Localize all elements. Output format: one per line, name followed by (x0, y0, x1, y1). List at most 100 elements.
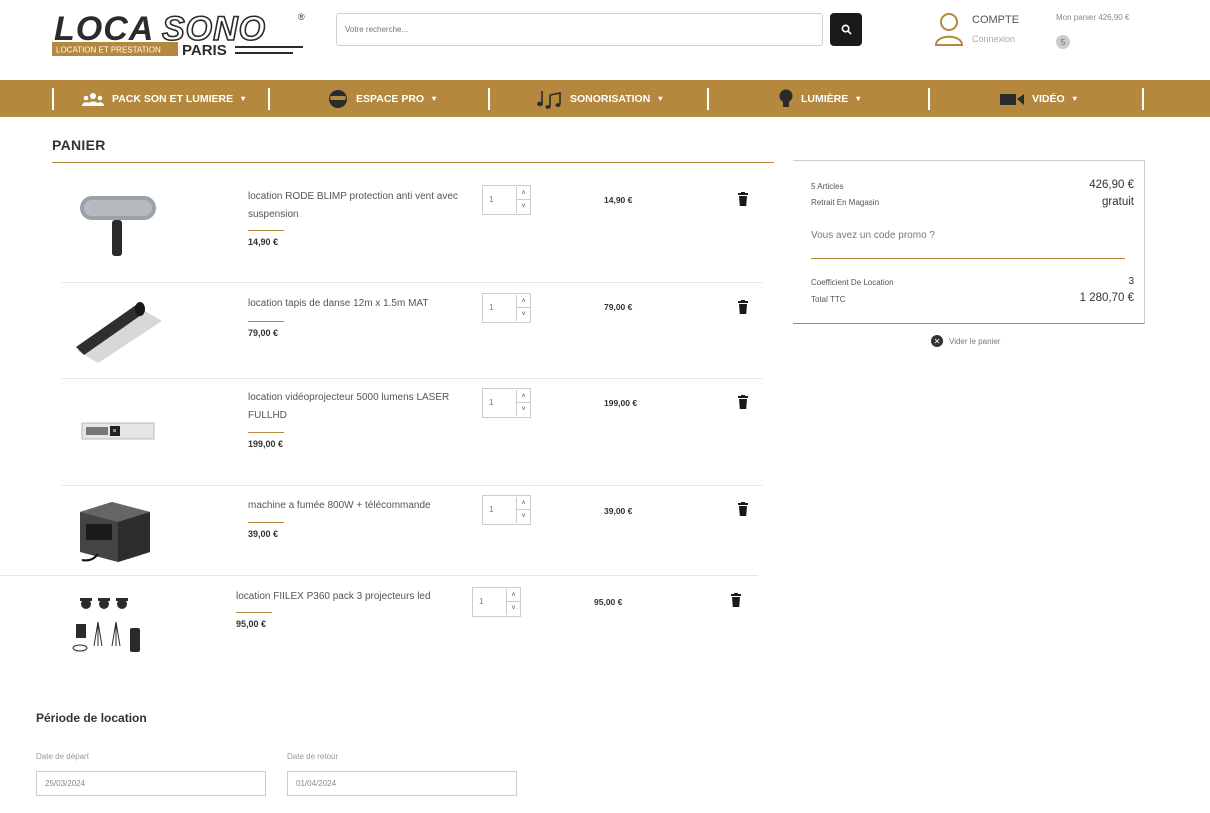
pickup-value: gratuit (1102, 196, 1134, 208)
user-icon (934, 13, 964, 46)
page-title: PANIER (52, 137, 106, 153)
trash-icon[interactable] (738, 192, 748, 206)
chevron-down-icon: ▾ (658, 94, 663, 103)
chevron-down-icon[interactable]: ˅ (516, 510, 530, 523)
nav-label: LUMIÈRE (801, 92, 849, 105)
chevron-up-icon[interactable]: ˄ (516, 295, 530, 308)
nav-separator (52, 88, 54, 110)
product-name[interactable]: location vidéoprojecteur 5000 lumens LAS… (248, 389, 468, 425)
start-date-field (36, 771, 266, 796)
quantity-value: 1 (489, 398, 494, 407)
chevron-up-icon[interactable]: ˄ (516, 187, 530, 200)
unit-price: 79,00 € (248, 328, 279, 338)
end-date-input[interactable] (288, 772, 516, 795)
quantity-stepper[interactable]: 1 ˄ ˅ (482, 495, 531, 525)
price-underline (248, 522, 284, 523)
nav-item-lumiere[interactable]: LUMIÈRE ▾ (779, 80, 860, 117)
product-image-smoke-machine (80, 502, 150, 562)
main-nav: PACK SON ET LUMIERE ▾ ESPACE PRO ▾ SONOR… (0, 80, 1210, 117)
nav-separator (707, 88, 709, 110)
music-note-icon (537, 90, 561, 109)
chevron-down-icon[interactable]: ˅ (506, 602, 520, 615)
trash-icon[interactable] (738, 502, 748, 516)
cart-item-row: location vidéoprojecteur 5000 lumens LAS… (0, 379, 780, 485)
cart-item-row: location RODE BLIMP protection anti vent… (0, 172, 780, 272)
lightbulb-icon (779, 89, 793, 107)
end-date-label: Date de retour (287, 752, 339, 761)
chevron-down-icon: ▾ (241, 94, 246, 103)
people-icon (82, 92, 104, 106)
nav-label: ESPACE PRO (356, 92, 425, 105)
product-name[interactable]: location FIILEX P360 pack 3 projecteurs … (236, 588, 456, 606)
chevron-up-icon[interactable]: ˄ (506, 589, 520, 602)
account-link[interactable]: COMPTE Connexion (934, 10, 1044, 50)
search-input[interactable] (337, 14, 822, 45)
cart-item-row: machine a fumée 800W + télécommande 39,0… (0, 486, 780, 574)
quantity-value: 1 (489, 505, 494, 514)
mask-icon (329, 89, 347, 108)
login-link[interactable]: Connexion (972, 34, 1015, 44)
quantity-stepper[interactable]: 1 ˄ ˅ (482, 185, 531, 215)
product-name[interactable]: machine a fumée 800W + télécommande (248, 497, 468, 515)
close-circle-icon: ✕ (931, 335, 943, 347)
nav-separator (1142, 88, 1144, 110)
quantity-stepper[interactable]: 1 ˄ ˅ (472, 587, 521, 617)
nav-label: PACK SON ET LUMIERE (112, 92, 234, 105)
clear-cart-button[interactable]: ✕ Vider le panier (931, 335, 1000, 347)
trash-icon[interactable] (738, 300, 748, 314)
nav-item-pack-son-et-lumiere[interactable]: PACK SON ET LUMIERE ▾ (82, 80, 245, 117)
cart-link[interactable]: Mon panier 426,90 € 5 (1056, 13, 1166, 49)
total-ttc-label: Total TTC (811, 295, 846, 304)
cart-item-row: location tapis de danse 12m x 1.5m MAT 7… (0, 283, 780, 378)
chevron-down-icon: ▾ (856, 94, 861, 103)
product-image-projector (81, 422, 155, 440)
line-total: 14,90 € (604, 195, 633, 205)
trash-icon[interactable] (731, 593, 741, 607)
cart-total-label: Mon panier 426,90 € (1056, 13, 1130, 22)
product-image-windshield (80, 196, 156, 256)
price-underline (248, 432, 284, 433)
chevron-up-icon[interactable]: ˄ (516, 497, 530, 510)
title-underline (52, 162, 774, 163)
chevron-down-icon[interactable]: ˅ (516, 403, 530, 416)
nav-separator (928, 88, 930, 110)
trash-icon[interactable] (738, 395, 748, 409)
video-camera-icon (1000, 93, 1024, 105)
search-box (336, 13, 823, 46)
search-button[interactable] (830, 13, 862, 46)
quantity-stepper[interactable]: 1 ˄ ˅ (482, 388, 531, 418)
search-icon (841, 24, 852, 35)
rental-coefficient-label: Coefficient De Location (811, 278, 894, 287)
svg-text:LOCATION ET PRESTATION: LOCATION ET PRESTATION (56, 46, 161, 55)
product-image-dance-floor (76, 302, 162, 363)
articles-count: 5 Articles (811, 182, 844, 191)
promo-code-link[interactable]: Vous avez un code promo ? (811, 230, 935, 241)
summary-divider (811, 258, 1125, 259)
nav-item-video[interactable]: VIDÉO ▾ (1000, 80, 1077, 117)
price-underline (248, 230, 284, 231)
line-total: 95,00 € (594, 597, 623, 607)
end-date-field (287, 771, 517, 796)
price-underline (248, 321, 284, 322)
start-date-input[interactable] (37, 772, 265, 795)
product-image-led-pack (72, 598, 140, 652)
total-ttc-value: 1 280,70 € (1079, 292, 1134, 304)
cart-summary: 5 Articles 426,90 € Retrait En Magasin g… (793, 160, 1145, 324)
product-name[interactable]: location RODE BLIMP protection anti vent… (248, 188, 468, 224)
unit-price: 39,00 € (248, 529, 279, 539)
svg-text:PARIS: PARIS (182, 42, 227, 59)
product-name[interactable]: location tapis de danse 12m x 1.5m MAT (248, 295, 468, 313)
locasono-logo[interactable]: LOCA SONO ® LOCATION ET PRESTATION PARIS (52, 8, 308, 64)
quantity-value: 1 (489, 195, 494, 204)
unit-price: 199,00 € (248, 439, 284, 449)
nav-item-sonorisation[interactable]: SONORISATION ▾ (536, 80, 662, 117)
line-total: 39,00 € (604, 506, 633, 516)
chevron-down-icon[interactable]: ˅ (516, 200, 530, 213)
quantity-stepper[interactable]: 1 ˄ ˅ (482, 293, 531, 323)
nav-item-espace-pro[interactable]: ESPACE PRO ▾ (328, 80, 436, 117)
unit-price: 95,00 € (236, 619, 267, 629)
chevron-up-icon[interactable]: ˄ (516, 390, 530, 403)
line-total: 79,00 € (604, 302, 633, 312)
chevron-down-icon[interactable]: ˅ (516, 308, 530, 321)
svg-text:®: ® (298, 12, 305, 22)
